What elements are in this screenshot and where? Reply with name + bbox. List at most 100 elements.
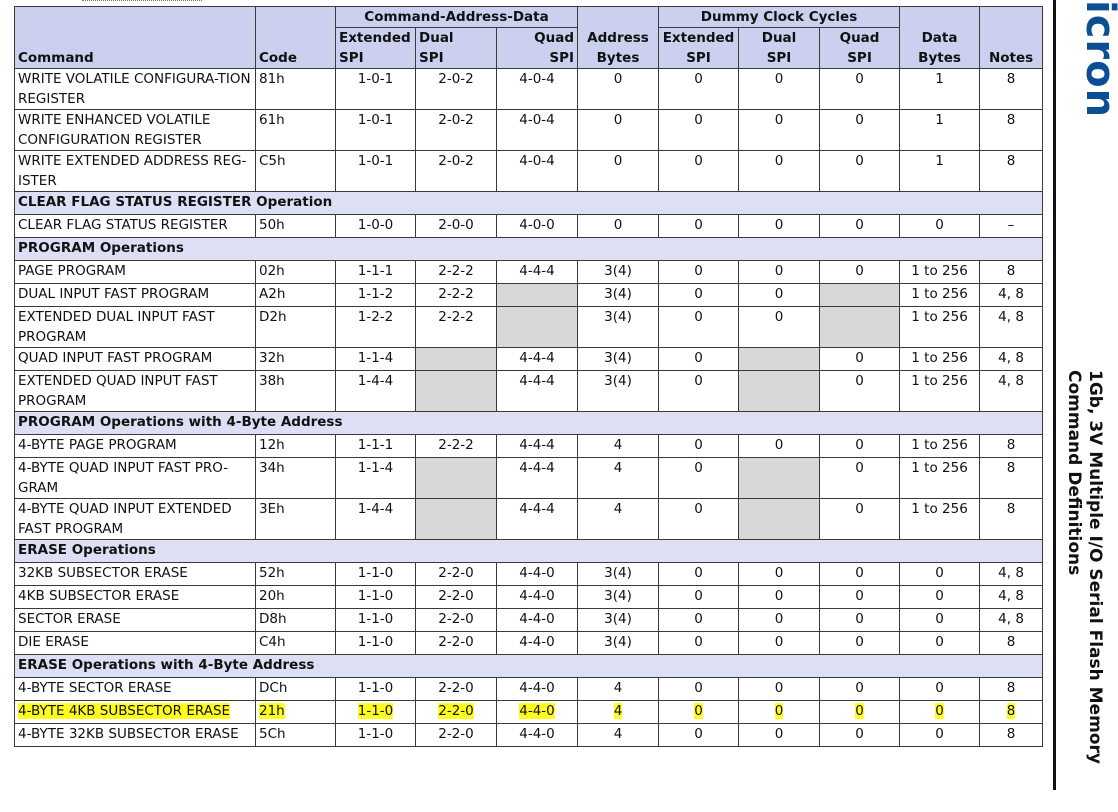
cell-dummy-dual: 0: [738, 631, 821, 655]
col-dummy-quad-spi: Quad SPI: [819, 27, 901, 69]
cell-address-bytes: 3(4): [577, 370, 660, 412]
cell-notes: 8: [979, 498, 1044, 540]
side-running-title: 1Gb, 3V Multiple I/O Serial Flash Memory…: [1063, 370, 1105, 800]
cell-dummy-dual: 0: [738, 585, 821, 609]
cell-notes: 8: [979, 631, 1044, 655]
cell-dummy-ext: 0: [658, 260, 740, 284]
cell-quad-spi: 4-0-0: [495, 214, 579, 238]
cell-quad-spi: 4-4-0: [495, 562, 579, 586]
command-table-wrapper: Command Code Command-Address-Data Addres…: [13, 6, 1044, 747]
cell-data-bytes: 0: [899, 700, 981, 724]
cell-address-bytes: 4: [577, 700, 660, 724]
cell-quad-spi: 4-4-0: [495, 723, 579, 747]
cell-dummy-quad: 0: [819, 631, 901, 655]
section-header-row: ERASE Operations with 4-Byte Address: [13, 654, 1044, 678]
cell-dual-spi: [415, 457, 497, 499]
cell-code: DCh: [255, 677, 336, 701]
table-row: DUAL INPUT FAST PROGRAM A2h 1-1-2 2-2-2 3(4)…: [14, 283, 1044, 307]
cell-dummy-quad: 0: [819, 347, 901, 371]
top-cut-off-text: [82, 0, 202, 5]
cell-dummy-ext: 0: [658, 68, 740, 110]
cell-address-bytes: 3(4): [577, 260, 660, 284]
highlighted-text: 2-2-0: [438, 703, 474, 719]
cell-dual-spi: 2-0-2: [415, 68, 497, 110]
cell-command: SECTOR ERASE: [14, 608, 256, 632]
cell-dummy-ext: 0: [658, 306, 740, 348]
cell-dummy-quad: 0: [819, 608, 901, 632]
cell-code: 21h: [255, 700, 336, 724]
section-title: ERASE Operations: [13, 539, 1044, 563]
table-row: EXTENDED DUAL INPUT FAST PROGRAM D2h 1-2-2…: [14, 306, 1044, 348]
cell-dummy-ext: 0: [658, 457, 740, 499]
table-row: EXTENDED QUAD INPUT FAST PROGRAM 38h 1-4-4…: [14, 370, 1044, 412]
table-row: DIE ERASE C4h 1-1-0 2-2-0 4-4-0 3(4) 0 0 0 0 8: [14, 631, 1044, 655]
cell-dummy-quad: 0: [819, 562, 901, 586]
cell-dual-spi: 2-0-0: [415, 214, 497, 238]
cell-notes: 8: [979, 260, 1044, 284]
cell-code: 38h: [255, 370, 336, 412]
cell-code: D2h: [255, 306, 336, 348]
cell-ext-spi: 1-1-0: [335, 723, 416, 747]
col-notes: Notes: [979, 6, 1044, 69]
cell-notes: 8: [979, 150, 1044, 192]
cell-data-bytes: 1 to 256: [899, 283, 981, 307]
cell-ext-spi: 1-1-2: [335, 283, 416, 307]
cell-dummy-dual: 0: [738, 260, 821, 284]
col-code: Code: [255, 6, 336, 69]
cell-data-bytes: 1 to 256: [899, 457, 981, 499]
cell-data-bytes: 0: [899, 608, 981, 632]
cell-command: WRITE VOLATILE CONFIGURA-TION REGISTER: [14, 68, 256, 110]
cell-dummy-ext: 0: [658, 700, 740, 724]
cell-address-bytes: 3(4): [577, 347, 660, 371]
cell-dual-spi: 2-0-2: [415, 109, 497, 151]
cell-dummy-ext: 0: [658, 608, 740, 632]
cell-command: 4-BYTE 32KB SUBSECTOR ERASE: [14, 723, 256, 747]
cell-ext-spi: 1-1-4: [335, 457, 416, 499]
cell-code: C4h: [255, 631, 336, 655]
cell-quad-spi: 4-4-4: [495, 260, 579, 284]
cell-address-bytes: 0: [577, 214, 660, 238]
table-row: SECTOR ERASE D8h 1-1-0 2-2-0 4-4-0 3(4) 0 0 0 0 4,…: [14, 608, 1044, 632]
cell-dummy-ext: 0: [658, 631, 740, 655]
cell-address-bytes: 3(4): [577, 585, 660, 609]
cell-notes: 8: [979, 677, 1044, 701]
cell-notes: 4, 8: [979, 608, 1044, 632]
cell-data-bytes: 1 to 256: [899, 370, 981, 412]
cell-dummy-quad: 0: [819, 457, 901, 499]
cell-ext-spi: 1-0-1: [335, 68, 416, 110]
cell-command: QUAD INPUT FAST PROGRAM: [14, 347, 256, 371]
section-header-row: CLEAR FLAG STATUS REGISTER Operation: [13, 191, 1044, 215]
table-row: WRITE EXTENDED ADDRESS REG-ISTER C5h 1-0-1…: [14, 150, 1044, 192]
cell-dummy-ext: 0: [658, 150, 740, 192]
highlighted-text: 0: [935, 703, 944, 719]
cell-quad-spi: 4-0-4: [495, 68, 579, 110]
cell-address-bytes: 4: [577, 457, 660, 499]
cell-code: 12h: [255, 434, 336, 458]
cell-address-bytes: 4: [577, 677, 660, 701]
cell-quad-spi: 4-0-4: [495, 109, 579, 151]
table-row: PAGE PROGRAM 02h 1-1-1 2-2-2 4-4-4 3(4) 0 0 0 1 t…: [14, 260, 1044, 284]
cell-dummy-ext: 0: [658, 370, 740, 412]
cell-command: 4-BYTE SECTOR ERASE: [14, 677, 256, 701]
cell-code: 3Eh: [255, 498, 336, 540]
cell-dummy-dual: [738, 347, 821, 371]
cell-address-bytes: 4: [577, 434, 660, 458]
cell-quad-spi: [495, 306, 579, 348]
cell-dual-spi: 2-0-2: [415, 150, 497, 192]
cell-dummy-dual: 0: [738, 723, 821, 747]
cell-dummy-dual: 0: [738, 214, 821, 238]
brand-logo: icron: [1077, 0, 1118, 119]
table-row: WRITE ENHANCED VOLATILE CONFIGURATION RE…: [14, 109, 1044, 151]
cell-dummy-quad: [819, 283, 901, 307]
cell-quad-spi: 4-4-0: [495, 608, 579, 632]
cell-quad-spi: 4-4-4: [495, 434, 579, 458]
side-title-line2: Command Definitions: [1064, 370, 1084, 576]
cell-dummy-dual: 0: [738, 283, 821, 307]
highlighted-text: 4-4-0: [519, 703, 555, 719]
cell-ext-spi: 1-1-0: [335, 608, 416, 632]
cell-dummy-dual: 0: [738, 150, 821, 192]
cell-data-bytes: 0: [899, 585, 981, 609]
highlighted-text: 21h: [259, 703, 285, 719]
cell-dual-spi: 2-2-0: [415, 700, 497, 724]
cell-dummy-dual: 0: [738, 562, 821, 586]
